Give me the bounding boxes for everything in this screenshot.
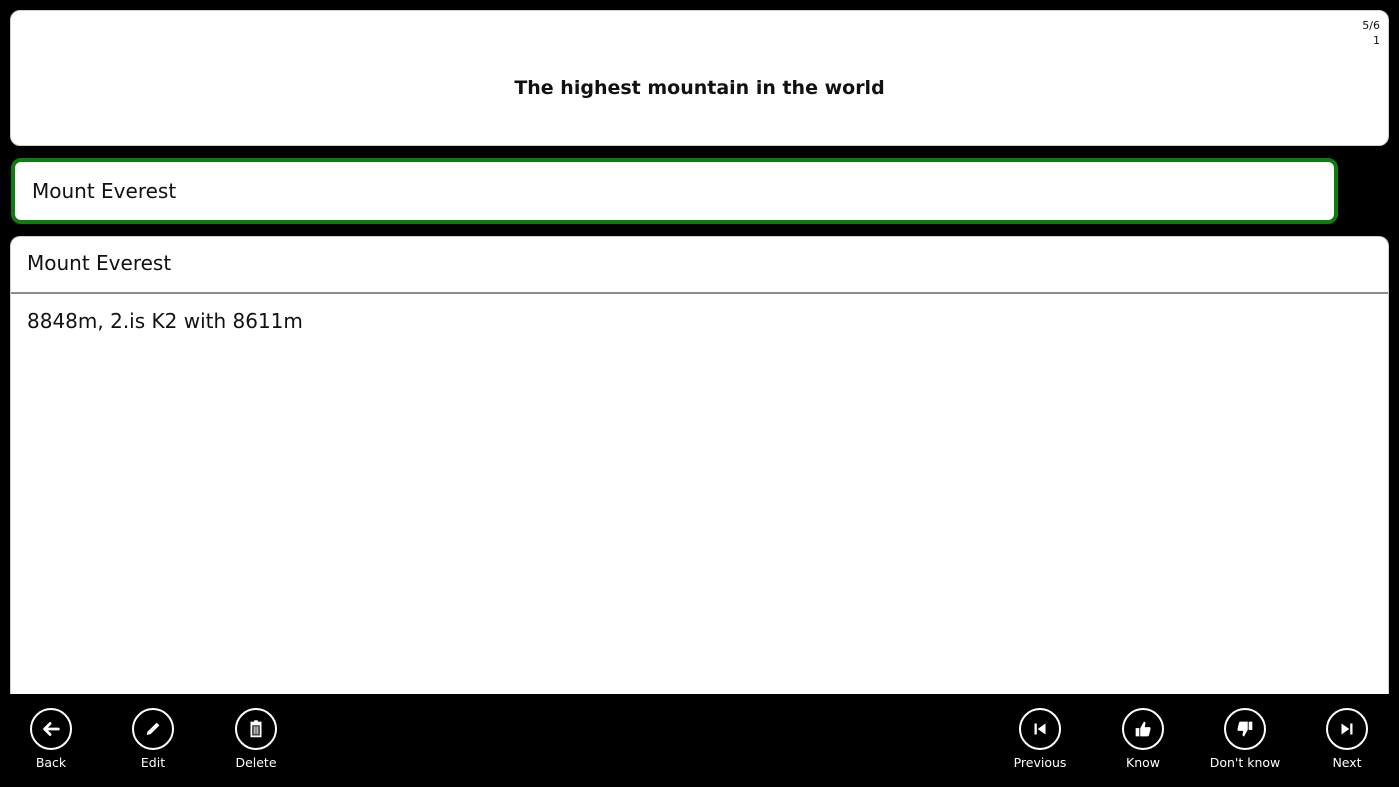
result-card: Mount Everest 8848m, 2.is K2 with 8611m: [10, 236, 1389, 694]
dont-know-label: Don't know: [1209, 755, 1281, 770]
back-label: Back: [35, 755, 67, 770]
know-label: Know: [1126, 755, 1160, 770]
previous-label: Previous: [1013, 755, 1067, 770]
card-position: 5/6: [1362, 19, 1380, 32]
card-counter: 5/6 1: [1362, 18, 1380, 48]
skip-previous-icon: [1019, 708, 1061, 750]
next-button[interactable]: Next: [1297, 708, 1397, 780]
card-count: 1: [1373, 34, 1380, 47]
thumbs-up-icon: [1122, 708, 1164, 750]
next-label: Next: [1332, 755, 1362, 770]
skip-next-icon: [1326, 708, 1368, 750]
edit-button[interactable]: Edit: [103, 708, 203, 780]
pencil-icon: [132, 708, 174, 750]
delete-button[interactable]: Delete: [206, 708, 306, 780]
delete-label: Delete: [235, 755, 277, 770]
thumbs-down-icon: [1224, 708, 1266, 750]
trash-icon: [235, 708, 277, 750]
back-button[interactable]: Back: [1, 708, 101, 780]
app-window: 5/6 1 The highest mountain in the world …: [0, 0, 1399, 787]
question-text: The highest mountain in the world: [514, 77, 885, 99]
question-card: 5/6 1 The highest mountain in the world: [10, 10, 1389, 146]
answer-note: 8848m, 2.is K2 with 8611m: [27, 309, 303, 333]
edit-label: Edit: [140, 755, 166, 770]
previous-button[interactable]: Previous: [990, 708, 1090, 780]
app-bar: Back Edit Delete Previous Know Don't kno…: [0, 694, 1399, 787]
know-button[interactable]: Know: [1093, 708, 1193, 780]
arrow-left-icon: [30, 708, 72, 750]
correct-answer: Mount Everest: [11, 237, 1388, 294]
dont-know-button[interactable]: Don't know: [1195, 708, 1295, 780]
answer-input[interactable]: [11, 158, 1338, 224]
